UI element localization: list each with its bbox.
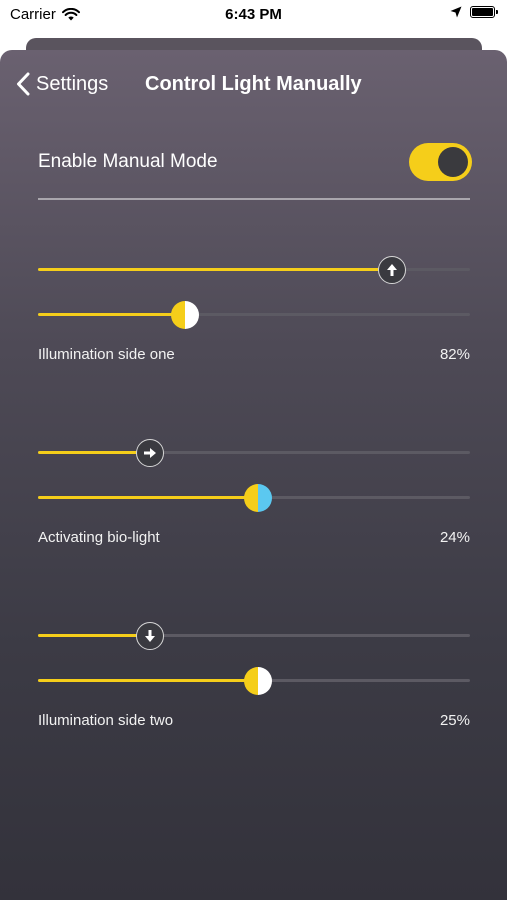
arrow-down-icon [145,630,155,642]
control-percent: 82% [439,346,470,363]
level-slider-bio-light[interactable] [38,484,470,512]
control-name: Illumination side two [38,712,174,729]
direction-slider-bio-light[interactable] [38,439,470,467]
location-arrow-icon [450,6,462,18]
battery-icon [470,6,498,18]
direction-slider-side-two[interactable] [38,622,470,650]
manual-mode-row: Enable Manual Mode [38,140,472,200]
control-percent: 25% [439,712,470,729]
status-right [450,6,498,18]
level-slider-side-two[interactable] [38,667,470,695]
navigation-bar: Settings Control Light Manually [0,50,507,118]
page-title: Control Light Manually [145,73,362,95]
back-button-label: Settings [36,72,109,95]
manual-mode-toggle[interactable] [409,143,472,181]
level-slider-side-one[interactable] [38,301,470,329]
level-thumb[interactable] [244,484,272,512]
chevron-left-icon [17,72,30,96]
back-button[interactable]: Settings [16,72,108,96]
arrow-right-icon [144,448,156,458]
control-name: Activating bio-light [38,529,160,546]
level-thumb[interactable] [171,301,199,329]
direction-slider-side-one[interactable] [38,256,470,284]
control-percent: 24% [439,529,470,546]
manual-mode-label: Enable Manual Mode [38,151,218,172]
status-bar: Carrier 6:43 PM [0,0,507,30]
control-name: Illumination side one [38,346,175,363]
level-thumb[interactable] [244,667,272,695]
status-time: 6:43 PM [225,6,282,23]
direction-thumb[interactable] [136,439,164,467]
arrow-up-icon [387,264,397,276]
divider [38,198,470,200]
direction-thumb[interactable] [136,622,164,650]
toggle-knob [438,147,468,177]
direction-thumb[interactable] [378,256,406,284]
modal-sheet: Settings Control Light Manually Enable M… [0,50,507,900]
